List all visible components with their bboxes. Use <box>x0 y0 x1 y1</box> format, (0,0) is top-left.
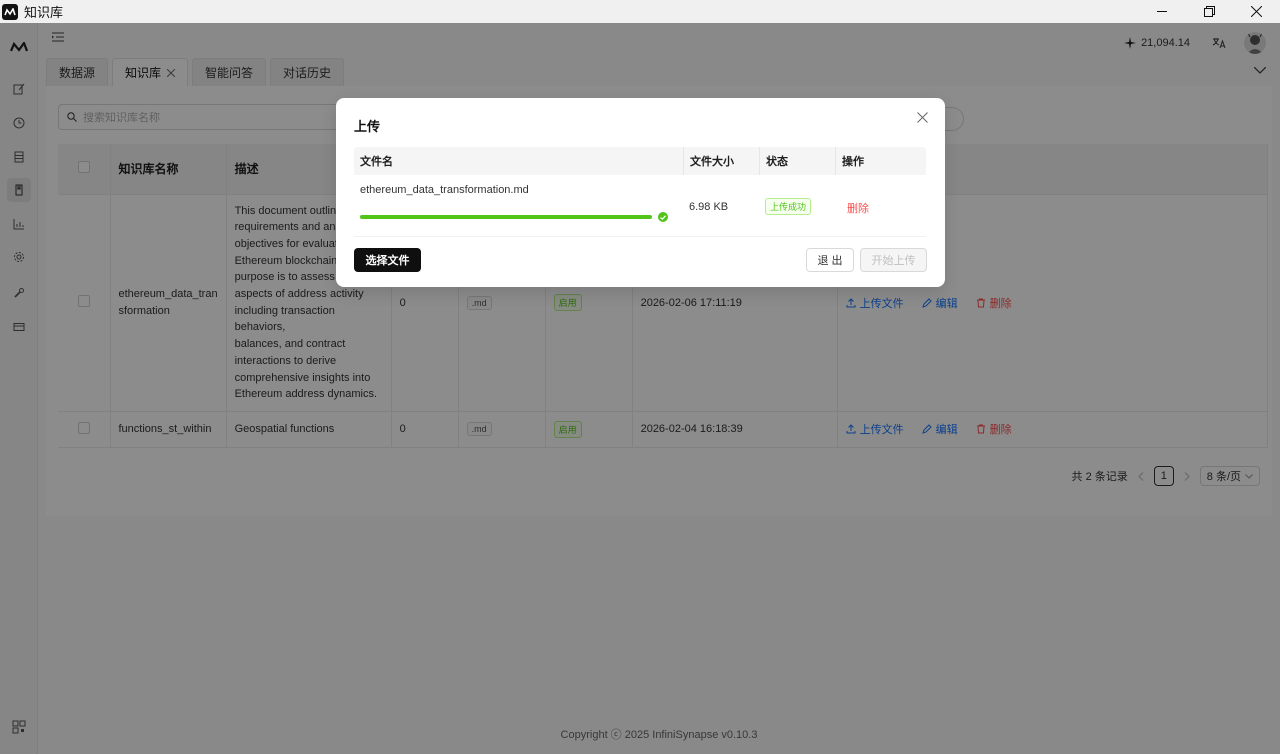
minimize-button[interactable] <box>1139 0 1186 23</box>
modal-title: 上传 <box>354 119 381 134</box>
start-upload-button[interactable]: 开始上传 <box>860 248 927 272</box>
upload-progress-bar <box>360 215 652 219</box>
close-icon <box>1251 6 1262 17</box>
column-header-status: 状态 <box>759 147 835 175</box>
select-file-button[interactable]: 选择文件 <box>354 248 421 272</box>
upload-file-table: 文件名 文件大小 状态 操作 ethereum_data_transformat… <box>354 147 926 237</box>
upload-status-badge-wrap: 上传成功 <box>765 198 812 215</box>
restore-button[interactable] <box>1186 0 1233 23</box>
minimize-icon <box>1157 11 1167 12</box>
window-title: 知识库 <box>24 5 64 20</box>
column-header-action: 操作 <box>835 147 926 175</box>
close-window-button[interactable] <box>1233 0 1280 23</box>
upload-file-size: 6.98 KB <box>689 201 729 213</box>
upload-status-badge: 上传成功 <box>765 198 812 215</box>
upload-file-row: ethereum_data_transformation.md 6.98 KB … <box>354 175 926 237</box>
app-logo-icon <box>2 3 18 20</box>
column-header-size: 文件大小 <box>683 147 759 175</box>
close-modal-button[interactable] <box>917 112 931 126</box>
window-titlebar: 知识库 <box>0 0 1280 23</box>
remove-file-link[interactable]: 删除 <box>847 200 869 216</box>
upload-modal: 上传 文件名 文件大小 状态 操作 ethereum_data_transfor… <box>336 98 945 287</box>
check-circle-icon <box>658 212 668 222</box>
close-icon <box>917 112 928 123</box>
column-header-filename: 文件名 <box>360 156 393 168</box>
upload-table-header: 文件名 文件大小 状态 操作 <box>354 147 926 175</box>
exit-button[interactable]: 退 出 <box>806 248 854 272</box>
restore-icon <box>1204 6 1215 17</box>
upload-file-name: ethereum_data_transformation.md <box>360 184 529 196</box>
